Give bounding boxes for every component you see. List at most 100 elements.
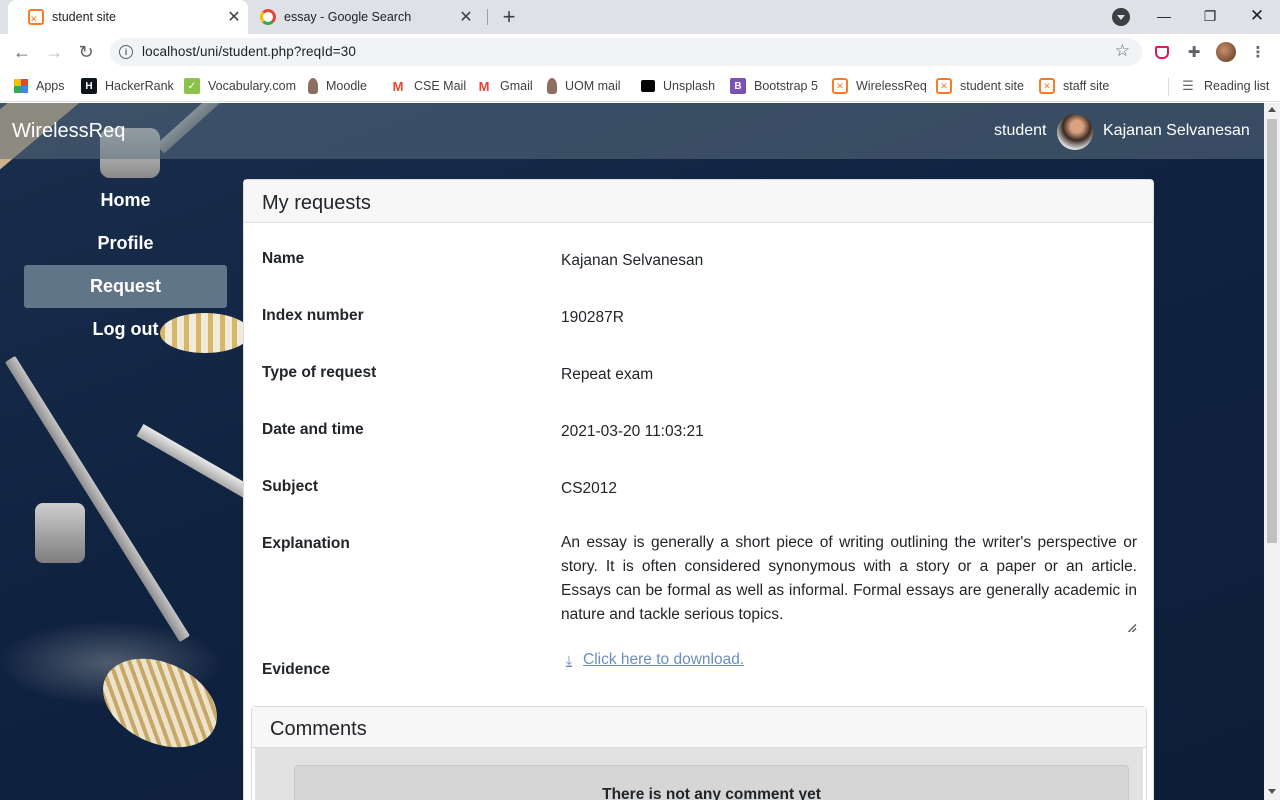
xampp-icon — [832, 78, 848, 94]
xampp-icon — [1039, 78, 1055, 94]
new-tab-icon[interactable]: + — [498, 4, 520, 29]
close-tab-icon[interactable]: ✕ — [226, 9, 242, 26]
top-navbar: WirelessReq student Kajanan Selvanesan — [0, 103, 1264, 159]
moodle-icon — [547, 78, 557, 94]
sidebar-item-profile[interactable]: Profile — [24, 222, 227, 265]
bookmark-staff-site[interactable]: staff site — [1039, 76, 1109, 96]
bookmark-hackerrank[interactable]: H HackerRank — [81, 76, 174, 96]
window-close-icon[interactable]: ✕ — [1246, 5, 1268, 27]
brand-logo[interactable]: WirelessReq — [12, 120, 125, 143]
site-info-icon[interactable]: i — [119, 45, 133, 59]
bookmark-label: Unsplash — [663, 79, 716, 93]
reading-list-icon: ☰ — [1180, 78, 1196, 94]
request-card: My requests Name Kajanan Selvanesan Inde… — [243, 179, 1154, 800]
tab-label: essay - Google Search — [284, 10, 412, 24]
hackerrank-icon: H — [81, 78, 97, 94]
bookmark-moodle[interactable]: Moodle — [308, 76, 367, 96]
bookmark-label: Moodle — [326, 79, 367, 93]
url-text[interactable]: localhost/uni/student.php?reqId=30 — [142, 44, 356, 59]
field-value: 190287R — [561, 309, 624, 326]
bookmark-label: UOM mail — [565, 79, 621, 93]
browser-tab-google-search[interactable]: essay - Google Search ✕ — [248, 0, 488, 34]
browser-tab-bar: student site ✕ essay - Google Search ✕ +… — [0, 0, 1280, 34]
sidebar-item-request[interactable]: Request — [24, 265, 227, 308]
bootstrap-icon: B — [730, 78, 746, 94]
bookmark-vocabulary[interactable]: ✓ Vocabulary.com — [184, 76, 296, 96]
scroll-up-arrow-icon[interactable] — [1268, 107, 1276, 112]
sidebar-item-logout[interactable]: Log out — [24, 308, 227, 351]
back-arrow-icon[interactable]: ← — [10, 40, 34, 64]
page-scrollbar[interactable] — [1264, 103, 1280, 800]
field-label: Name — [262, 250, 305, 267]
field-label: Evidence — [262, 661, 331, 678]
moodle-icon — [308, 78, 318, 94]
profile-avatar-icon[interactable] — [1216, 42, 1236, 62]
empty-comments-message: There is not any comment yet — [294, 765, 1129, 800]
browser-tab-student-site[interactable]: student site ✕ — [8, 0, 248, 34]
xampp-icon — [936, 78, 952, 94]
unsplash-icon — [641, 80, 655, 92]
background-pencil — [4, 355, 190, 643]
user-role: student — [994, 122, 1047, 139]
bookmark-bootstrap[interactable]: B Bootstrap 5 — [730, 76, 818, 96]
forward-arrow-icon[interactable]: → — [42, 40, 66, 64]
bookmark-cse-mail[interactable]: M CSE Mail — [390, 76, 466, 96]
google-icon — [260, 9, 276, 25]
bookmark-unsplash[interactable]: Unsplash — [641, 76, 715, 96]
apps-grid-icon — [14, 79, 28, 93]
bookmark-label: Apps — [36, 79, 65, 93]
download-link-label: Click here to download. — [583, 651, 745, 668]
evidence-download-link[interactable]: ⤓ Click here to download. — [561, 651, 744, 669]
tab-search-icon[interactable] — [1112, 8, 1130, 26]
reload-icon[interactable]: ↻ — [74, 40, 98, 64]
scrollbar-thumb[interactable] — [1267, 119, 1277, 543]
bookmark-wirelessreq[interactable]: WirelessReq — [832, 76, 927, 96]
bookmark-student-site[interactable]: student site — [936, 76, 1024, 96]
field-label: Subject — [262, 478, 318, 495]
minimize-icon[interactable]: — — [1153, 5, 1175, 27]
bookmark-label: staff site — [1063, 79, 1110, 93]
bookmark-label: WirelessReq — [856, 79, 927, 93]
field-label: Type of request — [262, 364, 377, 381]
download-icon: ⤓ — [565, 651, 573, 668]
reading-list-label: Reading list — [1204, 79, 1270, 93]
tab-label: student site — [52, 10, 116, 24]
gmail-icon: M — [390, 78, 406, 94]
browser-toolbar: ← → ↻ i localhost/uni/student.php?reqId=… — [0, 34, 1280, 70]
bookmark-label: HackerRank — [105, 79, 174, 93]
field-label: Index number — [262, 307, 364, 324]
bookmark-label: CSE Mail — [414, 79, 467, 93]
tab-divider — [487, 9, 488, 25]
background-washi-tape — [88, 641, 232, 765]
bookmark-label: Bootstrap 5 — [754, 79, 818, 93]
user-name[interactable]: Kajanan Selvanesan — [1103, 122, 1250, 140]
reading-list-button[interactable]: ☰ Reading list — [1180, 76, 1269, 96]
bookmark-apps[interactable]: Apps — [14, 76, 65, 96]
bookmark-label: Gmail — [500, 79, 533, 93]
scroll-down-arrow-icon[interactable] — [1268, 789, 1276, 794]
page-title: My requests — [244, 180, 1153, 223]
page-viewport: WirelessReq student Kajanan Selvanesan H… — [0, 103, 1264, 800]
field-value: Repeat exam — [561, 366, 654, 383]
menu-kebab-icon[interactable]: ⋮ — [1248, 42, 1268, 62]
comments-card: Comments There is not any comment yet — [251, 706, 1147, 800]
gmail-icon: M — [476, 78, 492, 94]
address-bar[interactable]: i localhost/uni/student.php?reqId=30 ☆ — [110, 38, 1142, 66]
xampp-icon — [28, 9, 44, 25]
bookmark-uom-mail[interactable]: UOM mail — [547, 76, 621, 96]
close-tab-icon[interactable]: ✕ — [458, 9, 474, 26]
extensions-puzzle-icon[interactable]: ✚ — [1184, 42, 1204, 62]
pocket-extension-icon[interactable] — [1152, 42, 1172, 62]
bookmark-star-icon[interactable]: ☆ — [1115, 41, 1130, 61]
restore-icon[interactable]: ❐ — [1199, 5, 1221, 27]
vocabulary-icon: ✓ — [184, 78, 200, 94]
field-value: 2021-03-20 11:03:21 — [561, 423, 704, 440]
sidebar-nav: Home Profile Request Log out — [24, 179, 227, 351]
sidebar-item-home[interactable]: Home — [24, 179, 227, 222]
user-avatar[interactable] — [1057, 114, 1093, 150]
field-label: Explanation — [262, 535, 350, 552]
bookmark-gmail[interactable]: M Gmail — [476, 76, 533, 96]
field-value: CS2012 — [561, 480, 618, 497]
comments-title: Comments — [252, 707, 1146, 748]
explanation-textarea[interactable]: An essay is generally a short piece of w… — [561, 531, 1137, 633]
